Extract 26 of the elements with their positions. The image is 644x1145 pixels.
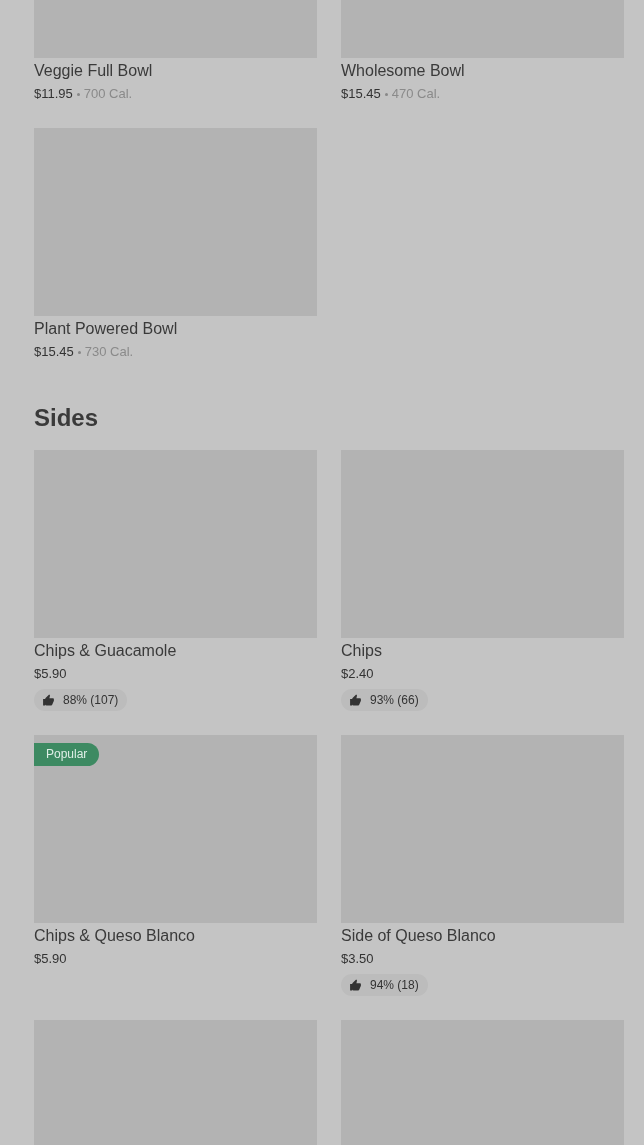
- item-name[interactable]: Side of Queso Blanco: [341, 925, 496, 947]
- item-name[interactable]: Chips & Queso Blanco: [34, 925, 195, 947]
- rating-pill: 94% (18): [341, 974, 428, 996]
- item-price: $3.50: [341, 950, 374, 968]
- item-price: $5.90: [34, 665, 67, 683]
- section-heading: Sides: [34, 403, 100, 433]
- thumbs-up-icon: [349, 978, 362, 992]
- thumbs-up-icon: [42, 693, 55, 707]
- item-name[interactable]: Plant Powered Bowl: [34, 318, 178, 340]
- item-name[interactable]: Veggie Full Bowl: [34, 60, 153, 82]
- item-name[interactable]: Chips & Guacamole: [34, 640, 177, 662]
- item-price: $11.95: [34, 85, 73, 103]
- rating-pill: 93% (66): [341, 689, 428, 711]
- item-calories: 730 Cal.: [84, 343, 134, 361]
- image-placeholder[interactable]: Popular: [34, 735, 317, 923]
- thumbs-up-icon: [349, 693, 362, 707]
- item-name[interactable]: Wholesome Bowl: [341, 60, 465, 82]
- item-price: $15.45: [34, 343, 74, 361]
- rating-pill: 88% (107): [34, 689, 128, 711]
- item-calories: 700 Cal.: [83, 85, 133, 103]
- popular-badge: Popular: [34, 743, 100, 766]
- item-price: $15.45: [341, 85, 381, 103]
- item-name[interactable]: Chips: [341, 640, 382, 662]
- item-price: $5.90: [34, 950, 67, 968]
- item-calories: 470 Cal.: [391, 85, 441, 103]
- item-price: $2.40: [341, 665, 374, 683]
